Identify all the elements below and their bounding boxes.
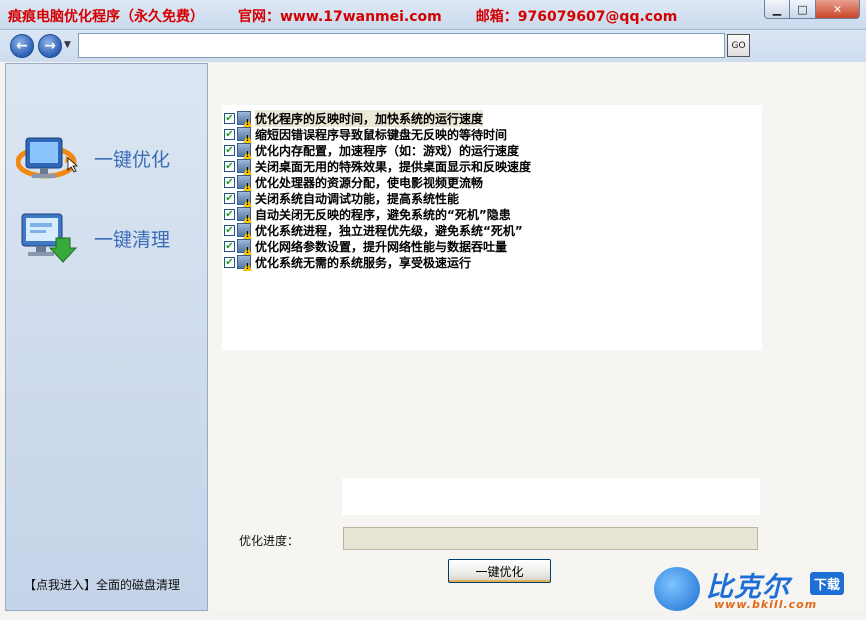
warning-shield-icon <box>237 207 251 221</box>
navigation-bar: ← → ▼ GO <box>0 30 866 62</box>
option-row[interactable]: ✔ 优化网络参数设置，提升网络性能与数据吞吐量 <box>224 238 531 254</box>
option-checkbox[interactable]: ✔ <box>224 176 235 188</box>
option-row[interactable]: ✔ 关闭系统自动调试功能，提高系统性能 <box>224 190 531 206</box>
title-bar: 痕痕电脑优化程序（永久免费） 官网：www.17wanmei.com 邮箱：9760… <box>0 0 866 30</box>
warning-shield-icon <box>237 159 251 173</box>
warning-shield-icon <box>237 191 251 205</box>
bkill-watermark-logo: 比克尔 下载 www.bkill.com <box>648 563 863 615</box>
sidebar-item-label: 一键清理 <box>94 228 171 251</box>
option-row[interactable]: ✔ 关闭桌面无用的特殊效果，提供桌面显示和反映速度 <box>224 158 531 174</box>
option-row[interactable]: ✔ 优化系统进程，独立进程优先级，避免系统“死机” <box>224 222 531 238</box>
option-checkbox[interactable]: ✔ <box>224 112 235 124</box>
option-label: 优化网络参数设置，提升网络性能与数据吞吐量 <box>255 239 508 254</box>
main-panel: ✔ 优化程序的反映时间，加快系统的运行速度 ✔ 缩短因错误程序导致鼠标键盘无反映的等待… <box>209 63 864 611</box>
sidebar-item-label: 一键优化 <box>94 148 171 171</box>
option-checkbox[interactable]: ✔ <box>224 144 235 156</box>
title-website: 官网：www.17wanmei.com <box>238 9 442 25</box>
disk-clean-link[interactable]: 【点我进入】全面的磁盘清理 <box>24 576 180 593</box>
progress-label: 优化进度： <box>239 534 300 548</box>
minimize-button[interactable]: ▁ <box>764 0 790 19</box>
option-checkbox[interactable]: ✔ <box>224 160 235 172</box>
warning-shield-icon <box>237 223 251 237</box>
go-button[interactable]: GO <box>727 34 750 57</box>
title-app-name: 痕痕电脑优化程序（永久免费） <box>8 9 204 25</box>
option-checkbox[interactable]: ✔ <box>224 128 235 140</box>
option-label: 优化程序的反映时间，加快系统的运行速度 <box>255 109 484 127</box>
sidebar: 一键优化 一键清理 【点我进入】全面的磁盘清理 <box>5 63 208 611</box>
options-list: ✔ 优化程序的反映时间，加快系统的运行速度 ✔ 缩短因错误程序导致鼠标键盘无反映的等待… <box>224 109 531 270</box>
option-row[interactable]: ✔ 优化程序的反映时间，加快系统的运行速度 <box>224 109 531 127</box>
sidebar-item-optimize[interactable]: 一键优化 <box>15 128 171 188</box>
window-controls: ▁ □ ✕ <box>764 0 860 19</box>
option-checkbox[interactable]: ✔ <box>224 256 235 268</box>
download-logo-icon <box>654 567 700 611</box>
optimize-monitor-icon <box>15 128 79 188</box>
option-row[interactable]: ✔ 优化系统无需的系统服务，享受极速运行 <box>224 254 531 270</box>
warning-shield-icon <box>237 255 251 269</box>
progress-bar <box>343 527 758 550</box>
warning-shield-icon <box>237 127 251 141</box>
option-row[interactable]: ✔ 优化处理器的资源分配，使电影视频更流畅 <box>224 174 531 190</box>
close-button[interactable]: ✕ <box>816 0 860 19</box>
option-row[interactable]: ✔ 缩短因错误程序导致鼠标键盘无反映的等待时间 <box>224 126 531 142</box>
warning-shield-icon <box>237 239 251 253</box>
one-click-optimize-button[interactable]: 一键优化 <box>448 559 551 583</box>
option-label: 优化内存配置，加速程序（如：游戏）的运行速度 <box>255 143 520 158</box>
option-row[interactable]: ✔ 自动关闭无反映的程序，避免系统的“死机”隐患 <box>224 206 531 222</box>
option-label: 关闭系统自动调试功能，提高系统性能 <box>255 191 460 206</box>
option-label: 优化系统进程，独立进程优先级，避免系统“死机” <box>255 223 523 238</box>
sidebar-item-clean[interactable]: 一键清理 <box>16 208 170 268</box>
maximize-button[interactable]: □ <box>790 0 816 19</box>
option-checkbox[interactable]: ✔ <box>224 192 235 204</box>
option-checkbox[interactable]: ✔ <box>224 224 235 236</box>
warning-shield-icon <box>237 143 251 157</box>
forward-button[interactable]: → <box>38 34 62 58</box>
arrow-left-icon: ← <box>16 38 28 54</box>
address-input[interactable] <box>78 33 725 58</box>
option-label: 自动关闭无反映的程序，避免系统的“死机”隐患 <box>255 207 511 222</box>
history-dropdown-icon[interactable]: ▼ <box>64 40 71 50</box>
option-checkbox[interactable]: ✔ <box>224 208 235 220</box>
arrow-right-icon: → <box>44 38 56 54</box>
option-label: 优化系统无需的系统服务，享受极速运行 <box>255 255 472 270</box>
logo-url: www.bkill.com <box>714 598 818 611</box>
option-checkbox[interactable]: ✔ <box>224 240 235 252</box>
clean-monitor-icon <box>16 208 78 268</box>
option-row[interactable]: ✔ 优化内存配置，加速程序（如：游戏）的运行速度 <box>224 142 531 158</box>
logo-tag: 下载 <box>810 572 845 595</box>
warning-shield-icon <box>237 175 251 189</box>
option-label: 优化处理器的资源分配，使电影视频更流畅 <box>255 175 484 190</box>
status-panel <box>342 478 760 515</box>
title-email: 邮箱：976079607@qq.com <box>475 9 678 25</box>
option-label: 关闭桌面无用的特殊效果，提供桌面显示和反映速度 <box>255 159 532 174</box>
back-button[interactable]: ← <box>10 34 34 58</box>
window-title: 痕痕电脑优化程序（永久免费） 官网：www.17wanmei.com 邮箱：9760… <box>8 6 711 26</box>
option-label: 缩短因错误程序导致鼠标键盘无反映的等待时间 <box>255 127 508 142</box>
warning-shield-icon <box>237 111 251 125</box>
